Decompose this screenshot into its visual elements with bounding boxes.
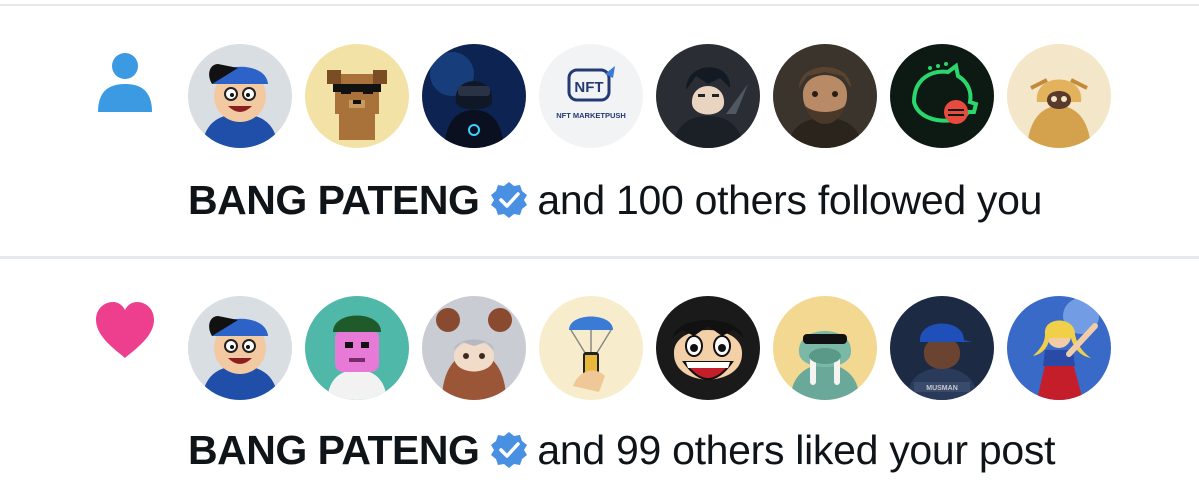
nft-logo-text: NFT [574,79,603,96]
avatar[interactable] [773,44,877,148]
avatar[interactable] [305,44,409,148]
avatar[interactable]: NFT NFT MARKETPUSH [539,44,643,148]
avatar[interactable] [773,296,877,400]
heart-icon [92,298,158,364]
avatar[interactable] [422,44,526,148]
actor-name[interactable]: BANG PATENG [188,176,480,224]
avatar[interactable] [188,44,292,148]
follow-message: BANG PATENG and 100 others followed you [188,176,1042,224]
avatar[interactable] [539,296,643,400]
avatar[interactable]: MUSMAN [890,296,994,400]
liker-avatars: MUSMAN [188,296,1111,400]
avatar[interactable] [890,44,994,148]
avatar[interactable] [1007,44,1111,148]
avatar[interactable] [1007,296,1111,400]
avatar[interactable] [656,296,760,400]
like-notification[interactable]: MUSMAN BANG PATENG and 99 others liked y… [0,262,1199,490]
nft-logo-caption: NFT MARKETPUSH [556,111,626,120]
action-text: and 99 others liked your post [537,427,1056,473]
avatar[interactable] [188,296,292,400]
top-divider [0,4,1199,6]
avatar-shirt-text: MUSMAN [926,385,958,392]
notification-divider [0,256,1199,259]
avatar[interactable] [305,296,409,400]
actor-name[interactable]: BANG PATENG [188,426,480,474]
person-icon [92,48,158,114]
verified-badge-icon [489,180,529,220]
verified-badge-icon [489,430,529,470]
follower-avatars: NFT NFT MARKETPUSH [188,44,1111,148]
avatar[interactable] [656,44,760,148]
avatar[interactable] [422,296,526,400]
like-message: BANG PATENG and 99 others liked your pos… [188,426,1055,474]
follow-notification[interactable]: NFT NFT MARKETPUSH BANG PATENG and 100 o… [0,8,1199,256]
action-text: and 100 others followed you [537,177,1043,223]
